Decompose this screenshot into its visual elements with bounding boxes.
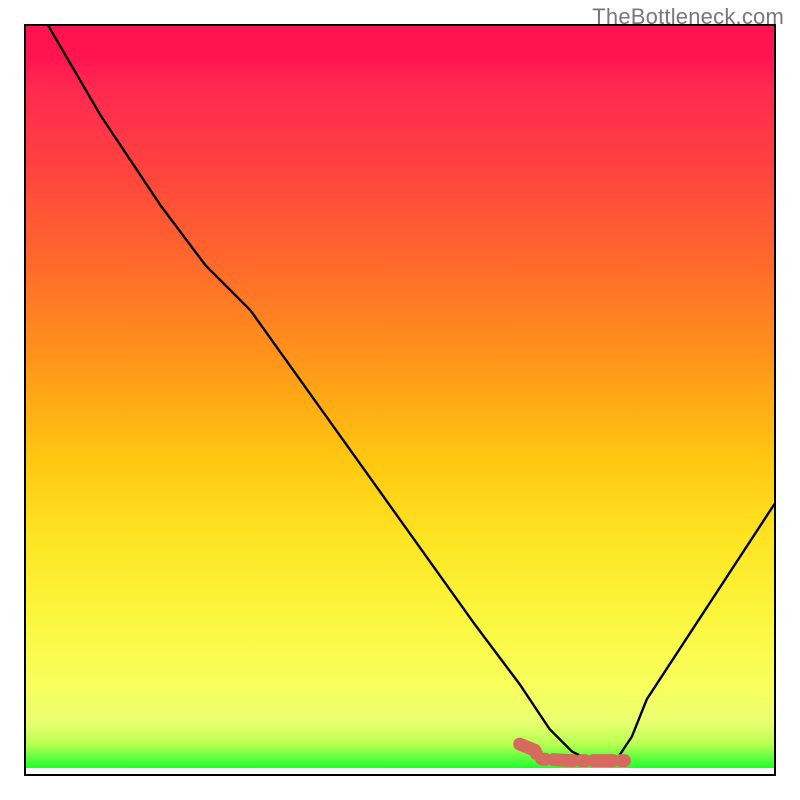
plot-area (24, 24, 776, 776)
bottleneck-curve-path (48, 26, 774, 763)
curve-layer (26, 26, 774, 774)
chart-container: TheBottleneck.com (0, 0, 800, 800)
